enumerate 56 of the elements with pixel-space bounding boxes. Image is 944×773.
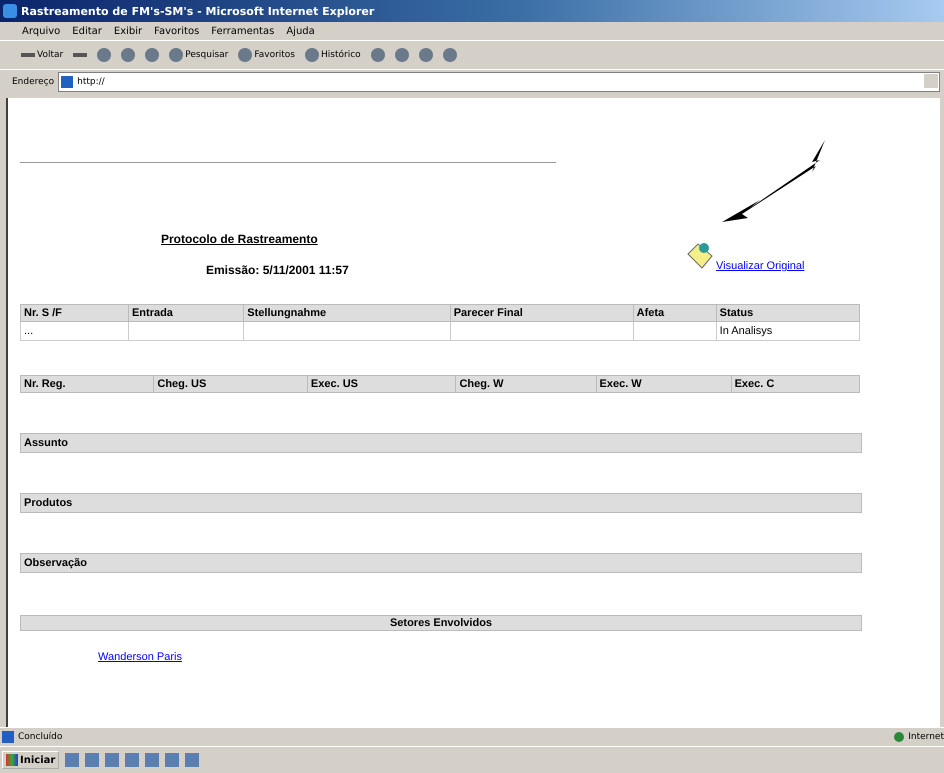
toolbar-icon (121, 48, 136, 62)
section-header: Assunto (20, 433, 862, 453)
column-header: Exec. C (731, 376, 860, 392)
section-header: Setores Envolvidos (20, 615, 862, 631)
author-link[interactable]: Wanderson Paris (98, 651, 182, 663)
column-header: Parecer Final (450, 304, 634, 322)
globe-icon (894, 732, 904, 742)
menu-item[interactable]: Editar (72, 26, 102, 36)
status-text: Concluído (18, 732, 64, 742)
toolbar-button[interactable]: Favoritos (235, 46, 298, 64)
address-label: Endereço (12, 77, 54, 87)
zone-text: Internet (908, 732, 944, 742)
toolbar-icon (97, 48, 112, 62)
menu-item[interactable]: Arquivo (22, 26, 60, 36)
taskbar-icon[interactable] (105, 753, 120, 767)
menu-item[interactable]: Exibir (114, 26, 142, 36)
column-header: Entrada (128, 304, 244, 322)
taskbar-icon[interactable] (185, 753, 200, 767)
taskbar-icon[interactable] (125, 753, 140, 767)
toolbar-icon (418, 48, 433, 62)
toolbar-icon (370, 48, 385, 62)
toolbar-button[interactable]: Voltar (18, 48, 66, 62)
column-header: Status (716, 304, 860, 322)
toolbar-button[interactable]: Pesquisar (166, 46, 232, 64)
toolbar-icon (238, 48, 252, 62)
window-title: Rastreamento de FM's-SM's - Microsoft Internet Explorer (21, 4, 374, 18)
toolbar-icon (145, 48, 160, 62)
emission-date: Emissão: 5/11/2001 11:57 (206, 263, 350, 277)
column-header: Afeta (633, 304, 716, 322)
view-original-link[interactable]: Visualizar Original (716, 260, 804, 272)
address-field[interactable]: http:// (58, 72, 940, 92)
toolbar-icon (394, 48, 409, 62)
toolbar-button[interactable]: Histórico (302, 46, 364, 64)
taskbar-icon[interactable] (165, 753, 180, 767)
taskbar-icon[interactable] (65, 753, 80, 767)
menu-item[interactable]: Ferramentas (211, 26, 274, 36)
menu-item[interactable]: Ajuda (286, 26, 315, 36)
toolbar-icon (305, 48, 319, 62)
column-header: Exec. US (307, 376, 456, 392)
column-header: Exec. W (596, 376, 732, 392)
column-header: Stellungnahme (244, 304, 450, 322)
page-title: Protocolo de Rastreamento (161, 232, 319, 246)
section-header: Observação (20, 553, 862, 573)
table-cell: ... (20, 322, 128, 340)
taskbar-icon[interactable] (85, 753, 100, 767)
column-header: Nr. S /F (20, 304, 128, 322)
section-header: Produtos (20, 493, 862, 513)
taskbar-icon[interactable] (145, 753, 160, 767)
menu-item[interactable]: Favoritos (154, 26, 200, 36)
search-icon (169, 48, 184, 62)
column-header: Cheg. W (456, 376, 596, 392)
toolbar-icon (442, 48, 457, 62)
table-cell: In Analisys (716, 322, 860, 340)
column-header: Cheg. US (154, 376, 308, 392)
column-header: Nr. Reg. (20, 376, 154, 392)
start-button[interactable]: Iniciar (2, 751, 60, 769)
